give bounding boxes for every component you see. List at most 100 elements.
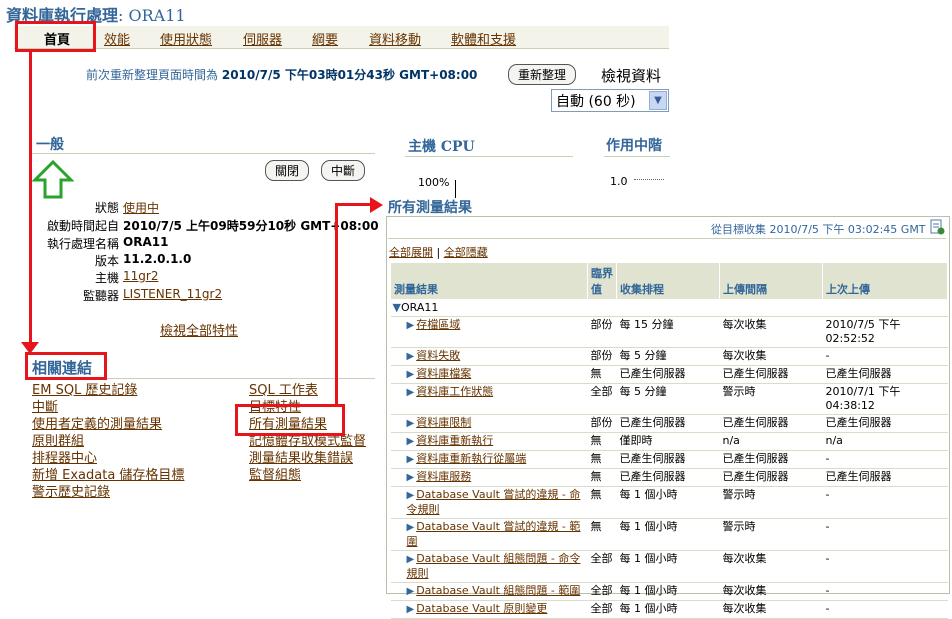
red-connector-vertical-1	[29, 49, 32, 350]
collapse-all-link[interactable]: 全部隱藏	[444, 246, 488, 259]
cell-metric-name: ▶ Database Vault 嘗試的違規 - 命令規則	[390, 486, 588, 519]
table-row: ▶ 資料庫重新執行無僅即時 n/a n/a	[390, 432, 948, 451]
metric-link[interactable]: 資料庫檔案	[416, 367, 471, 380]
expand-triangle-icon[interactable]: ▶	[407, 418, 415, 429]
tab-software-support[interactable]: 軟體和支援	[451, 29, 516, 48]
expand-triangle-icon[interactable]: ▶	[407, 554, 415, 565]
metric-link[interactable]: Database Vault 嘗試的違規 - 範圍	[407, 520, 581, 548]
cell-metric-name: ▶ 資料庫工作狀態	[390, 383, 588, 415]
view-data-label: 檢視資料	[601, 67, 662, 85]
prop-status-value[interactable]: 使用中	[123, 199, 159, 216]
expand-triangle-icon[interactable]: ▶	[407, 490, 415, 501]
tab-server[interactable]: 伺服器	[243, 29, 282, 48]
cell-metric-name: ▶ 資料庫重新執行從屬端	[390, 450, 588, 469]
expand-triangle-icon[interactable]: ▶	[407, 604, 415, 615]
cell-schedule: 每 5 分鐘	[616, 347, 720, 366]
expand-triangle-icon[interactable]: ▶	[407, 369, 415, 380]
link-add-exadata-cell[interactable]: 新增 Exadata 儲存格目標	[32, 467, 184, 484]
col-schedule[interactable]: 收集排程	[616, 262, 720, 300]
metric-link[interactable]: 資料庫限制	[416, 416, 471, 429]
tab-availability[interactable]: 使用狀態	[160, 29, 212, 48]
metric-link[interactable]: Database Vault 組態問題 - 命令規則	[407, 552, 581, 580]
view-all-properties-link[interactable]: 檢視全部特性	[160, 320, 238, 339]
col-threshold[interactable]: 臨界值	[587, 262, 617, 300]
host-cpu-heading: 主機 CPU	[408, 139, 475, 155]
cell-upload-interval: 每次收集	[719, 582, 823, 601]
link-sql-worksheet[interactable]: SQL 工作表	[249, 382, 366, 399]
highlight-all-metrics-link	[235, 404, 345, 436]
chevron-down-icon[interactable]: ▼	[649, 91, 667, 110]
cell-threshold: 全部	[587, 600, 617, 619]
shutdown-button[interactable]: 關閉	[265, 160, 310, 181]
table-row: ▶ 存檔區域 部份每 15 分鐘 每次收集 2010/7/5 下午 02:52:52	[390, 316, 948, 348]
expand-triangle-icon[interactable]: ▶	[407, 436, 415, 447]
col-metric[interactable]: 測量結果	[390, 262, 588, 300]
expand-triangle-icon[interactable]: ▶	[407, 586, 415, 597]
refresh-data-icon[interactable]	[929, 219, 945, 235]
link-metric-collection-errors[interactable]: 測量結果收集錯誤	[249, 450, 366, 467]
general-divider	[30, 153, 375, 154]
cell-schedule: 每 1 個小時	[616, 518, 720, 551]
col-last-upload[interactable]: 上次上傳	[822, 262, 948, 300]
prop-listener-value[interactable]: LISTENER_11gr2	[123, 287, 222, 301]
quiesce-button[interactable]: 中斷	[321, 160, 366, 181]
metric-link[interactable]: 資料庫工作狀態	[416, 385, 493, 398]
expand-triangle-icon[interactable]: ▶	[407, 320, 415, 331]
expand-triangle-icon[interactable]: ▶	[407, 522, 415, 533]
cell-upload-interval: 每次收集	[719, 550, 823, 583]
expand-triangle-icon[interactable]: ▶	[407, 454, 415, 465]
metric-link[interactable]: 存檔區域	[416, 318, 460, 331]
tab-performance[interactable]: 效能	[104, 29, 130, 48]
metric-link[interactable]: 資料庫重新執行	[416, 434, 493, 447]
tab-bar: 首頁 效能 使用狀態 伺服器 綱要 資料移動 軟體和支援	[14, 26, 669, 49]
table-row-root: ▼ORA11	[390, 299, 948, 317]
link-alert-history[interactable]: 警示歷史記錄	[32, 484, 184, 501]
cell-threshold: 全部	[587, 582, 617, 601]
table-row: ▶ 資料庫重新執行從屬端無已產生伺服器 已產生伺服器 -	[390, 450, 948, 469]
prop-start-time-value: 2010/7/5 上午09時59分10秒 GMT+08:00	[123, 219, 379, 233]
metric-link[interactable]: Database Vault 嘗試的違規 - 命令規則	[407, 488, 581, 516]
cell-threshold: 無	[587, 518, 617, 551]
prop-host-value[interactable]: 11gr2	[123, 269, 158, 283]
expand-triangle-icon[interactable]: ▶	[407, 387, 415, 398]
metric-link[interactable]: 資料失敗	[416, 349, 460, 362]
refresh-interval-select[interactable]: 自動 (60 秒) ▼	[551, 89, 669, 112]
cell-threshold: 部份	[587, 316, 617, 348]
link-user-defined-metrics[interactable]: 使用者定義的測量結果	[32, 416, 184, 433]
host-cpu-axis	[455, 180, 456, 198]
metric-link[interactable]: 資料庫重新執行從屬端	[416, 452, 526, 465]
link-blackouts[interactable]: 中斷	[32, 399, 184, 416]
metric-link[interactable]: Database Vault 原則變更	[416, 602, 547, 615]
cell-threshold: 無	[587, 468, 617, 487]
cell-last-upload: 2010/7/5 下午 02:52:52	[822, 316, 948, 348]
cell-schedule: 已產生伺服器	[616, 414, 720, 433]
tab-data-movement[interactable]: 資料移動	[369, 29, 421, 48]
collapse-triangle-icon[interactable]: ▼	[393, 301, 401, 314]
link-scheduler-central[interactable]: 排程器中心	[32, 450, 184, 467]
expand-triangle-icon[interactable]: ▶	[407, 472, 415, 483]
page-title-db: ORA11	[128, 6, 186, 25]
link-monitoring-config[interactable]: 監督組態	[249, 467, 366, 484]
cell-upload-interval: 每次收集	[719, 600, 823, 619]
red-arrow-right-icon	[370, 197, 383, 213]
red-connector-horizontal	[335, 203, 373, 206]
link-em-sql-history[interactable]: EM SQL 歷史記錄	[32, 382, 184, 399]
expand-triangle-icon[interactable]: ▶	[407, 351, 415, 362]
metric-link[interactable]: Database Vault 組態問題 - 範圍	[416, 584, 580, 597]
tab-schema[interactable]: 綱要	[312, 29, 338, 48]
expand-all-link[interactable]: 全部展開	[389, 246, 433, 259]
col-upload-interval[interactable]: 上傳間隔	[719, 262, 823, 300]
link-policy-groups[interactable]: 原則群組	[32, 433, 184, 450]
active-sessions-gridline	[634, 179, 664, 181]
active-sessions-divider	[604, 156, 670, 157]
cell-last-upload: -	[822, 582, 948, 601]
refresh-button[interactable]: 重新整理	[508, 64, 577, 85]
cell-upload-interval: 警示時	[719, 383, 823, 415]
prop-version-value: 11.2.0.1.0	[123, 252, 192, 266]
table-body: ▼ORA11 ▶ 存檔區域 部份每 15 分鐘 每次收集 2010/7/5 下午 02:…	[390, 299, 948, 619]
cell-upload-interval: 警示時	[719, 518, 823, 551]
table-row: ▶ 資料庫限制 部份 已產生伺服器 已產生伺服器 已產生伺服器	[390, 414, 948, 433]
cell-threshold: 部份	[587, 347, 617, 366]
table-row: ▶ 資料庫服務無已產生伺服器 已產生伺服器 已產生伺服器	[390, 468, 948, 487]
metric-link[interactable]: 資料庫服務	[416, 470, 471, 483]
